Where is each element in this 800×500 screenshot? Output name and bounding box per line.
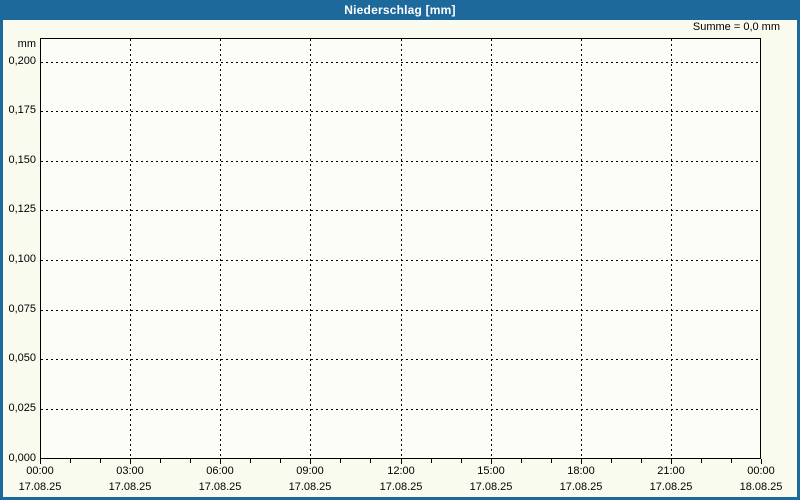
x-axis-tick <box>70 459 71 463</box>
y-axis-label: 0,150 <box>8 154 36 166</box>
x-axis-time-label: 18:00 <box>567 465 595 477</box>
x-axis-time-label: 15:00 <box>477 465 505 477</box>
chart-title: Niederschlag [mm] <box>344 3 456 17</box>
y-axis-label: 0,125 <box>8 203 36 215</box>
y-axis-label: 0,050 <box>8 352 36 364</box>
plot-area <box>40 38 761 459</box>
gridlines-svg <box>41 39 760 458</box>
x-axis-tick <box>160 459 161 463</box>
x-axis-time-label: 09:00 <box>296 465 324 477</box>
x-axis-time-label: 21:00 <box>657 465 685 477</box>
x-axis-tick <box>521 459 522 463</box>
x-axis-tick <box>310 459 311 464</box>
precipitation-chart-window: Niederschlag [mm] Summe = 0,0 mm mm 0,20… <box>0 0 800 500</box>
x-axis-time-label: 12:00 <box>387 465 415 477</box>
x-axis-tick <box>581 459 582 464</box>
x-axis-date-label: 17.08.25 <box>108 481 152 493</box>
y-axis-label: 0,000 <box>8 452 36 464</box>
x-axis-date-label: 17.08.25 <box>18 481 62 493</box>
x-axis-date-label: 17.08.25 <box>288 481 332 493</box>
x-axis-time-label: 00:00 <box>747 465 775 477</box>
y-axis-label: 0,025 <box>8 402 36 414</box>
x-axis-tick <box>641 459 642 463</box>
x-axis-tick <box>220 459 221 464</box>
x-axis-tick <box>401 459 402 464</box>
x-axis-tick <box>130 459 131 464</box>
x-axis-time-label: 06:00 <box>206 465 234 477</box>
y-axis-label: 0,100 <box>8 253 36 265</box>
y-axis-unit-label: mm <box>17 38 36 50</box>
x-axis-tick <box>461 459 462 463</box>
y-axis-label: 0,175 <box>8 104 36 116</box>
x-axis-date-label: 18.08.25 <box>739 481 783 493</box>
x-axis-date-label: 17.08.25 <box>379 481 423 493</box>
x-axis-tick <box>280 459 281 463</box>
x-axis-tick <box>671 459 672 464</box>
x-axis-date-label: 17.08.25 <box>649 481 693 493</box>
x-axis-tick <box>100 459 101 463</box>
x-axis-tick <box>491 459 492 464</box>
y-axis-label: 0,200 <box>8 55 36 67</box>
x-axis-tick <box>701 459 702 463</box>
x-axis-tick <box>40 459 41 464</box>
y-axis-label: 0,075 <box>8 303 36 315</box>
x-axis-time-label: 00:00 <box>26 465 54 477</box>
x-axis-tick <box>431 459 432 463</box>
sum-annotation: Summe = 0,0 mm <box>692 21 780 33</box>
x-axis-date-label: 17.08.25 <box>198 481 242 493</box>
x-axis-time-label: 03:00 <box>116 465 144 477</box>
x-axis-date-label: 17.08.25 <box>559 481 603 493</box>
titlebar: Niederschlag [mm] <box>0 0 800 20</box>
x-axis-tick <box>611 459 612 463</box>
x-axis-tick <box>551 459 552 463</box>
x-axis-tick <box>370 459 371 463</box>
x-axis-tick <box>761 459 762 464</box>
x-axis-tick <box>190 459 191 463</box>
x-axis-tick <box>250 459 251 463</box>
x-axis-tick <box>340 459 341 463</box>
x-axis-tick <box>731 459 732 463</box>
x-axis-date-label: 17.08.25 <box>469 481 513 493</box>
